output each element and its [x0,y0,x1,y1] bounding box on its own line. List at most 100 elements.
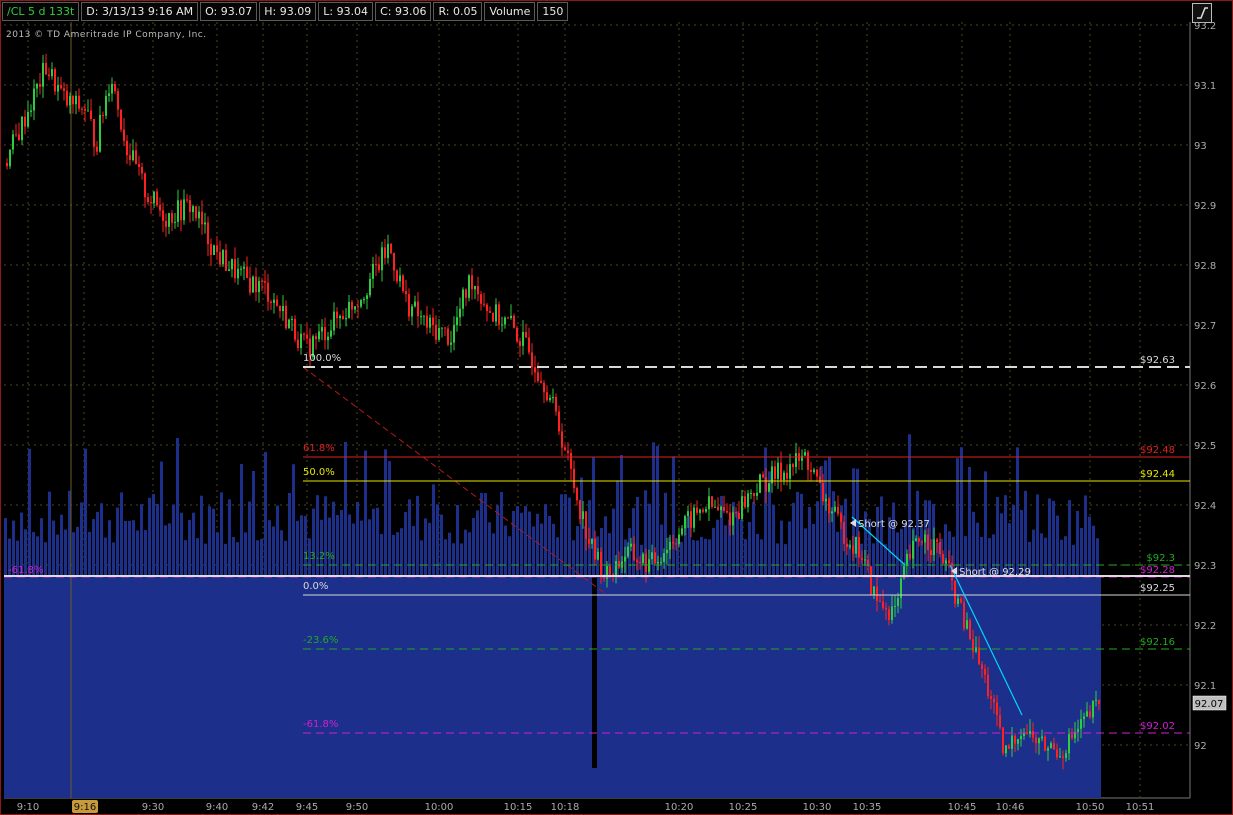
candle-down [690,511,692,528]
candle-down [246,266,248,278]
volume-bar [276,505,279,575]
volume-bar [60,514,63,575]
volume-bar [788,521,791,575]
fib-price-label: $92.25 [1140,583,1175,594]
volume-bar [1052,500,1055,575]
candle-up [924,534,926,543]
fib-level-label: 13.2% [303,551,335,562]
y-tick-label: 92.5 [1194,441,1216,452]
candle-up [243,266,245,269]
candle-down [114,84,116,92]
candle-up [33,88,35,111]
candle-up [1059,756,1061,758]
candle-up [9,149,11,167]
candle-down [717,506,719,511]
candle-up [111,84,113,94]
candle-up [252,276,254,293]
candle-up [387,243,389,258]
candle-down [498,304,500,325]
candle-up [57,85,59,92]
volume-bar [760,539,763,575]
candle-up [105,95,107,116]
volume-bar [764,447,767,575]
volume-bar [504,525,507,575]
volume-bar [972,511,975,575]
candle-down [159,205,161,211]
candle-up [549,397,551,401]
candle-down [165,220,167,227]
volume-bar [488,522,491,575]
volume-bar [80,502,83,575]
candle-up [369,278,371,296]
candle-down [1053,743,1055,750]
candle-up [21,116,23,141]
candle-down [138,163,140,167]
candle-up [438,327,440,340]
volume-bar [416,495,419,575]
candle-down [147,197,149,203]
volume-bar [776,543,779,575]
candle-up [825,498,827,502]
candle-up [1017,739,1019,744]
y-tick-label: 93.1 [1194,81,1216,92]
volume-bar [696,540,699,575]
volume-bar [304,515,307,575]
y-tick-label: 93.2 [1194,21,1216,32]
volume-bar [1080,527,1083,575]
x-tick-label: 10:45 [948,802,977,813]
candle-up [177,200,179,222]
volume-bar [384,449,387,575]
candle-down [816,469,818,477]
volume-bar [284,540,287,575]
x-tick-label: 9:50 [346,802,368,813]
volume-bar [724,525,727,575]
volume-bar [660,524,663,575]
candle-down [987,674,989,697]
candle-down [45,62,47,75]
y-tick-label: 92.4 [1194,501,1216,512]
candle-up [237,268,239,279]
volume-bar [520,512,523,575]
volume-bar [956,458,959,575]
volume-bar [692,540,695,575]
volume-bar [424,518,427,575]
volume-bar [280,530,283,575]
candle-up [30,110,32,112]
price-chart[interactable]: 100.0% $92.63 61.8% $92.48 50.0% $92.44 13.2% $… [0,0,1233,815]
volume-bar [344,441,347,575]
candle-down [960,598,962,603]
fib-level-label: -23.6% [303,635,338,646]
candle-up [741,496,743,519]
volume-bar [984,471,987,575]
volume-bar [392,534,395,575]
candle-down [702,509,704,512]
candle-up [291,318,293,320]
candle-down [39,83,41,87]
candle-down [588,538,590,544]
volume-bar [176,438,179,575]
candle-down [357,306,359,308]
volume-bar [824,460,827,575]
candle-down [735,512,737,514]
candle-down [1098,699,1100,705]
volume-bar [300,515,303,575]
candle-down [810,469,812,473]
candle-up [855,536,857,554]
candle-down [792,464,794,467]
candle-up [933,539,935,555]
candle-down [939,541,941,555]
candle-up [630,543,632,547]
candle-down [402,275,404,292]
candle-up [27,111,29,127]
candle-down [1056,749,1058,758]
candle-down [996,702,998,716]
candle-up [624,556,626,562]
candle-up [339,315,341,319]
volume-bar [740,519,743,575]
candle-up [453,325,455,343]
candle-down [141,166,143,174]
candle-up [891,606,893,621]
candle-up [321,327,323,332]
volume-bar [540,523,543,575]
volume-bar [880,496,883,575]
